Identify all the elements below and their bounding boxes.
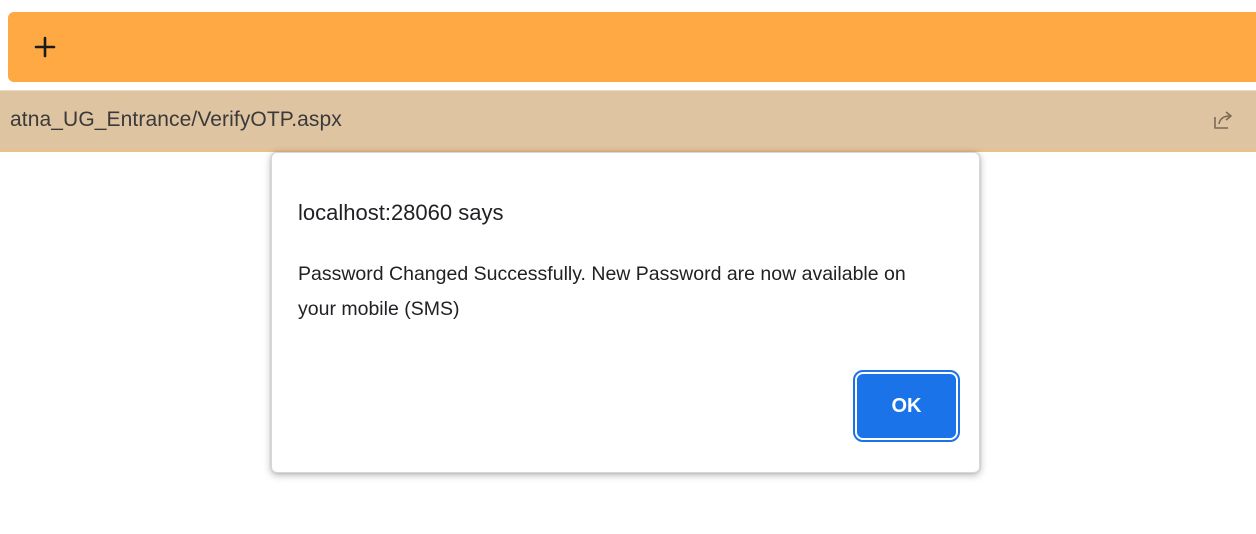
- dialog-message: Password Changed Successfully. New Passw…: [298, 263, 906, 320]
- ok-button[interactable]: OK: [853, 370, 960, 442]
- tab-strip: [8, 12, 1256, 82]
- plus-icon: [34, 36, 56, 58]
- url-text[interactable]: atna_UG_Entrance/VerifyOTP.aspx: [10, 108, 342, 132]
- address-bar[interactable]: atna_UG_Entrance/VerifyOTP.aspx: [0, 90, 1256, 152]
- alert-dialog: localhost:28060 says Password Changed Su…: [271, 152, 980, 473]
- dialog-title: localhost:28060 says: [298, 200, 504, 225]
- new-tab-button[interactable]: [30, 32, 60, 62]
- share-icon: [1214, 111, 1232, 129]
- share-button[interactable]: [1208, 105, 1238, 135]
